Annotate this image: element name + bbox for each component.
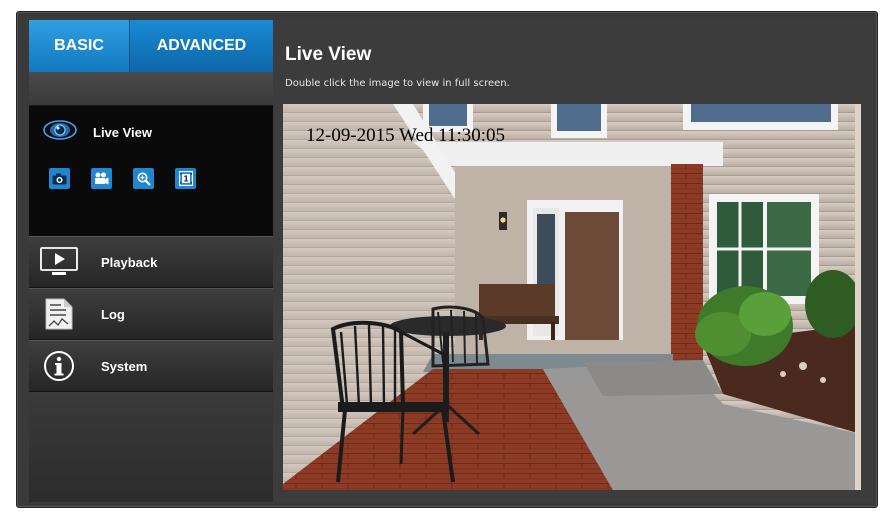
camera-feed-image [283,104,861,490]
mode-tabs: BASIC ADVANCED [29,20,273,83]
info-icon [39,348,79,384]
page-title: Live View [285,44,372,65]
camera-icon[interactable] [49,168,70,189]
live-view-tools: 1 [49,168,196,189]
sidebar-item-live-view[interactable]: Live View 1 [29,106,283,236]
sidebar: BASIC ADVANCED Live View 1 Playback Log … [29,20,283,502]
live-view-header: Live View [43,120,152,145]
film-icon[interactable]: 1 [175,168,196,189]
app-frame: BASIC ADVANCED Live View 1 Playback Log … [16,11,878,508]
live-video-view[interactable]: 12-09-2015 Wed 11:30:05 [283,104,861,490]
tab-basic[interactable]: BASIC [29,20,129,72]
live-view-label: Live View [93,125,153,140]
sidebar-empty-area [29,392,273,502]
zoom-icon[interactable] [133,168,154,189]
svg-text:1: 1 [183,175,189,184]
sidebar-item-log[interactable]: Log [29,288,273,340]
eye-icon [43,120,77,145]
video-timestamp-overlay: 12-09-2015 Wed 11:30:05 [306,125,506,146]
log-icon [39,296,79,332]
video-camera-icon[interactable] [91,168,112,189]
main-panel: Live View Double click the image to view… [273,20,873,502]
log-label: Log [101,306,125,322]
tab-spacer [29,72,273,106]
page-subtitle: Double click the image to view in full s… [285,78,510,89]
playback-icon [39,244,79,280]
tab-advanced[interactable]: ADVANCED [129,20,273,72]
sidebar-item-playback[interactable]: Playback [29,236,273,288]
playback-label: Playback [101,254,158,270]
sidebar-item-system[interactable]: System [29,340,273,392]
system-label: System [101,358,148,374]
